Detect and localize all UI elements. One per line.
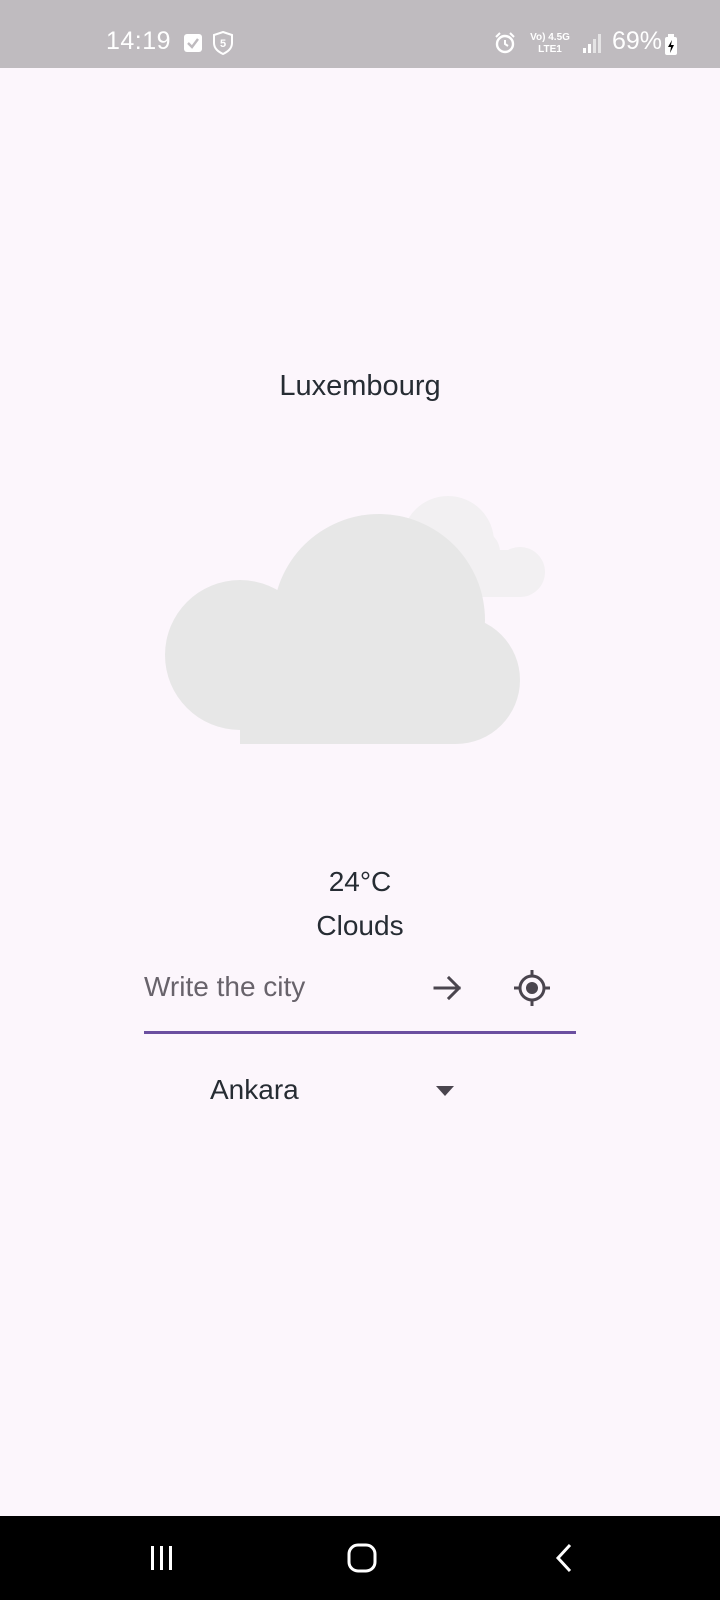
arrow-right-icon <box>433 975 462 1001</box>
svg-text:5: 5 <box>220 38 226 50</box>
signal-icon <box>583 34 601 53</box>
dropdown-selected-value: Ankara <box>210 1074 299 1105</box>
home-button[interactable] <box>332 1528 392 1588</box>
navigation-bar <box>0 1516 720 1600</box>
submit-button[interactable] <box>422 962 474 1014</box>
cloud-icon <box>165 496 545 744</box>
home-icon <box>347 1543 377 1573</box>
city-input[interactable] <box>144 952 414 1022</box>
weather-condition: Clouds <box>316 910 404 941</box>
status-time: 14:19 <box>106 27 172 55</box>
recent-apps-icon <box>151 1546 172 1570</box>
network-indicator: Vo) 4.5G LTE1 <box>520 33 580 55</box>
recent-apps-button[interactable] <box>132 1528 192 1588</box>
checkbox-icon <box>184 34 202 52</box>
city-title: Luxembourg <box>279 370 441 402</box>
network-top-label: Vo) 4.5G <box>530 32 570 43</box>
city-dropdown[interactable]: Ankara <box>210 1066 460 1116</box>
temperature: 24°C <box>328 866 392 897</box>
back-button[interactable] <box>534 1528 594 1588</box>
back-icon <box>555 1543 572 1573</box>
status-bar: 14:19 5 Vo) 4.5G LTE1 69% <box>0 0 720 68</box>
battery-percent: 69% <box>612 27 663 55</box>
alarm-icon <box>495 32 515 54</box>
my-location-icon <box>514 970 550 1006</box>
locate-button[interactable] <box>506 962 558 1014</box>
city-search-field <box>144 952 576 1034</box>
shield-5-icon: 5 <box>213 31 233 55</box>
network-bottom-label: LTE1 <box>538 44 562 55</box>
battery-icon <box>665 34 677 55</box>
dropdown-arrow-icon <box>436 1086 454 1096</box>
